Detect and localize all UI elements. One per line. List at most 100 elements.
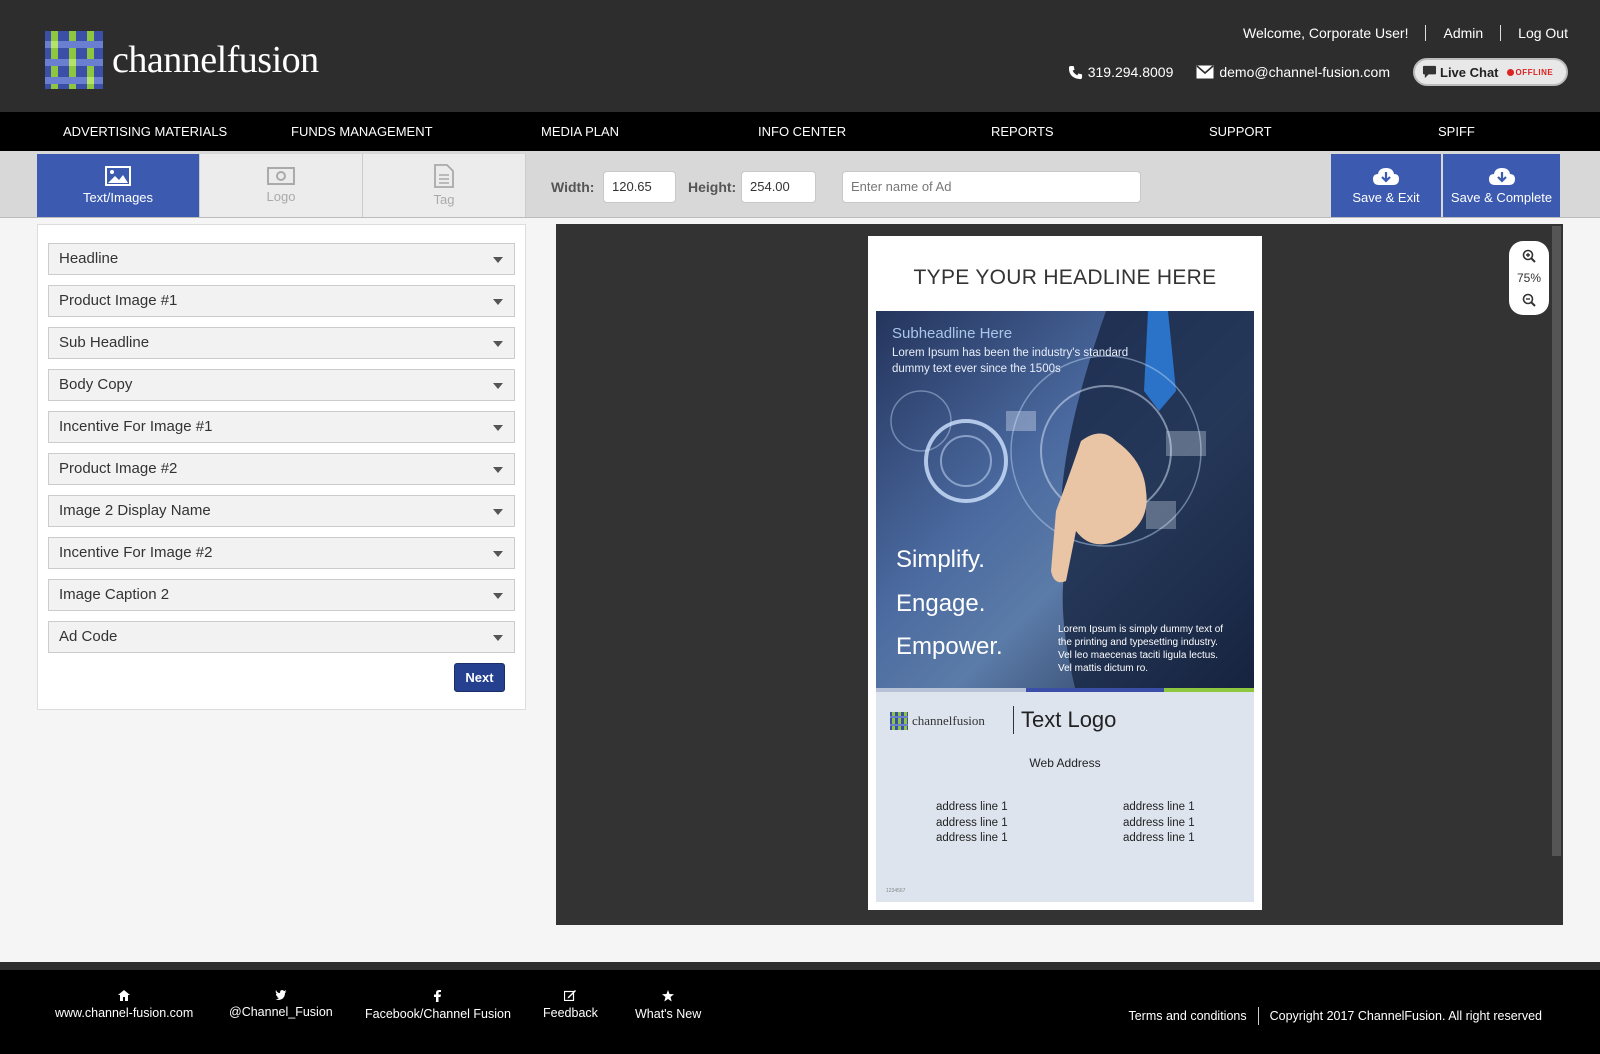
- footer-link-label: @Channel_Fusion: [229, 1005, 333, 1019]
- nav-advertising-materials[interactable]: ADVERTISING MATERIALS: [63, 124, 227, 139]
- ad-tagline-2: Engage.: [896, 590, 986, 617]
- divider: [1257, 1007, 1259, 1025]
- nav-support[interactable]: SUPPORT: [1209, 124, 1272, 139]
- footer-twitter-link[interactable]: @Channel_Fusion: [229, 990, 333, 1019]
- chat-status-badge: OFFLINE: [1506, 67, 1554, 77]
- caret-down-icon: [493, 341, 503, 347]
- nav-media-plan[interactable]: MEDIA PLAN: [541, 124, 619, 139]
- editor-toolbar: Text/Images Logo Tag Width: 120.65 Heigh…: [0, 151, 1600, 218]
- email-info[interactable]: demo@channel-fusion.com: [1196, 64, 1390, 80]
- chat-status-text: OFFLINE: [1515, 67, 1554, 77]
- ad-brand-logo: channelfusion: [890, 712, 985, 730]
- home-icon: [118, 990, 131, 1001]
- footer-link-label: www.channel-fusion.com: [55, 1006, 194, 1020]
- contact-info: 319.294.8009 demo@channel-fusion.com Liv…: [1068, 58, 1568, 86]
- caret-down-icon: [493, 635, 503, 641]
- logout-link[interactable]: Log Out: [1518, 25, 1568, 41]
- nav-reports[interactable]: REPORTS: [991, 124, 1054, 139]
- caret-down-icon: [493, 299, 503, 305]
- accordion-product-image-1[interactable]: Product Image #1: [48, 285, 515, 317]
- footer-whats-new-link[interactable]: What's New: [635, 990, 701, 1021]
- ad-tagline-3: Empower.: [896, 633, 1003, 660]
- accordion-ad-code[interactable]: Ad Code: [48, 621, 515, 653]
- ad-tagline-1: Simplify.: [896, 546, 985, 573]
- accordion-label: Body Copy: [59, 376, 133, 393]
- tab-tag[interactable]: Tag: [363, 154, 526, 217]
- zoom-level: 75%: [1516, 271, 1542, 285]
- ad-name-input[interactable]: Enter name of Ad: [842, 171, 1141, 203]
- document-icon: [434, 164, 454, 188]
- next-button[interactable]: Next: [454, 663, 505, 692]
- nav-info-center[interactable]: INFO CENTER: [758, 124, 846, 139]
- logo[interactable]: channelfusion: [45, 31, 319, 89]
- phone-info[interactable]: 319.294.8009: [1068, 64, 1174, 80]
- accordion-label: Product Image #1: [59, 292, 178, 309]
- accordion-product-image-2[interactable]: Product Image #2: [48, 453, 515, 485]
- live-chat-button[interactable]: Live Chat OFFLINE: [1413, 58, 1568, 86]
- chat-bubble-icon: [1422, 65, 1437, 79]
- footer-link-label: Facebook/Channel Fusion: [365, 1007, 511, 1021]
- address-line: address line 1: [1123, 801, 1195, 813]
- main-nav: ADVERTISING MATERIALS FUNDS MANAGEMENT M…: [0, 112, 1600, 151]
- ad-body-copy: Lorem Ipsum is simply dummy text of the …: [1058, 624, 1224, 674]
- accordion-headline[interactable]: Headline: [48, 243, 515, 275]
- save-exit-button[interactable]: Save & Exit: [1331, 154, 1441, 217]
- accordion-label: Product Image #2: [59, 460, 178, 477]
- footer-feedback-link[interactable]: Feedback: [543, 990, 598, 1020]
- welcome-text: Welcome, Corporate User!: [1243, 25, 1409, 41]
- accordion-incentive-image-1[interactable]: Incentive For Image #1: [48, 411, 515, 443]
- caret-down-icon: [493, 383, 503, 389]
- tab-logo[interactable]: Logo: [200, 154, 363, 217]
- footer: www.channel-fusion.com @Channel_Fusion F…: [0, 962, 1600, 1054]
- admin-link[interactable]: Admin: [1443, 25, 1483, 41]
- phone-number: 319.294.8009: [1087, 64, 1174, 80]
- ad-address-right: address line 1 address line 1 address li…: [1123, 800, 1195, 847]
- footer-link-label: Feedback: [543, 1006, 598, 1020]
- accordion-label: Headline: [59, 250, 119, 267]
- zoom-in-icon[interactable]: [1522, 249, 1536, 263]
- address-line: address line 1: [1123, 816, 1195, 829]
- zoom-out-icon[interactable]: [1522, 293, 1536, 307]
- accordion-image-2-display-name[interactable]: Image 2 Display Name: [48, 495, 515, 527]
- status-dot: [1506, 68, 1514, 76]
- ad-footer-area[interactable]: channelfusion Text Logo Web Address addr…: [876, 692, 1254, 902]
- preview-scrollbar[interactable]: [1552, 226, 1561, 856]
- divider: [1500, 25, 1502, 41]
- ad-text-logo: Text Logo: [1021, 707, 1117, 732]
- accordion-incentive-image-2[interactable]: Incentive For Image #2: [48, 537, 515, 569]
- accordion-label: Sub Headline: [59, 334, 150, 351]
- save-exit-label: Save & Exit: [1352, 190, 1420, 205]
- tab-text-images[interactable]: Text/Images: [37, 154, 200, 217]
- tab-label: Tag: [433, 192, 455, 207]
- terms-link[interactable]: Terms and conditions: [1128, 1009, 1246, 1023]
- ad-headline[interactable]: TYPE YOUR HEADLINE HERE: [868, 266, 1262, 290]
- footer-legal: Terms and conditions Copyright 2017 Chan…: [1128, 1007, 1542, 1025]
- width-label: Width:: [551, 179, 595, 195]
- ad-product-image[interactable]: Subheadline Here Lorem Ipsum has been th…: [876, 311, 1254, 692]
- copyright-text: Copyright 2017 ChannelFusion. All right …: [1269, 1009, 1542, 1023]
- caret-down-icon: [493, 509, 503, 515]
- width-input[interactable]: 120.65: [603, 171, 676, 203]
- footer-website-link[interactable]: www.channel-fusion.com: [55, 990, 193, 1020]
- divider: [1425, 25, 1427, 41]
- footer-facebook-link[interactable]: Facebook/Channel Fusion: [365, 990, 511, 1021]
- star-icon: [662, 990, 675, 1002]
- save-complete-button[interactable]: Save & Complete: [1443, 154, 1560, 217]
- live-chat-label: Live Chat: [1440, 64, 1499, 80]
- caret-down-icon: [493, 551, 503, 557]
- accordion-body-copy[interactable]: Body Copy: [48, 369, 515, 401]
- accordion-image-caption-2[interactable]: Image Caption 2: [48, 579, 515, 611]
- height-label: Height:: [688, 179, 737, 195]
- tab-label: Text/Images: [82, 190, 154, 205]
- caret-down-icon: [493, 467, 503, 473]
- zoom-control: 75%: [1509, 241, 1549, 315]
- height-input[interactable]: 254.00: [741, 171, 816, 203]
- accordion-sub-headline[interactable]: Sub Headline: [48, 327, 515, 359]
- tab-label: Logo: [266, 189, 296, 204]
- phone-icon: [1068, 65, 1082, 79]
- nav-funds-management[interactable]: FUNDS MANAGEMENT: [291, 124, 433, 139]
- cloud-download-icon: [1488, 168, 1515, 185]
- nav-spiff[interactable]: SPIFF: [1438, 124, 1475, 139]
- divider: [1013, 706, 1014, 734]
- image-icon: [105, 166, 131, 186]
